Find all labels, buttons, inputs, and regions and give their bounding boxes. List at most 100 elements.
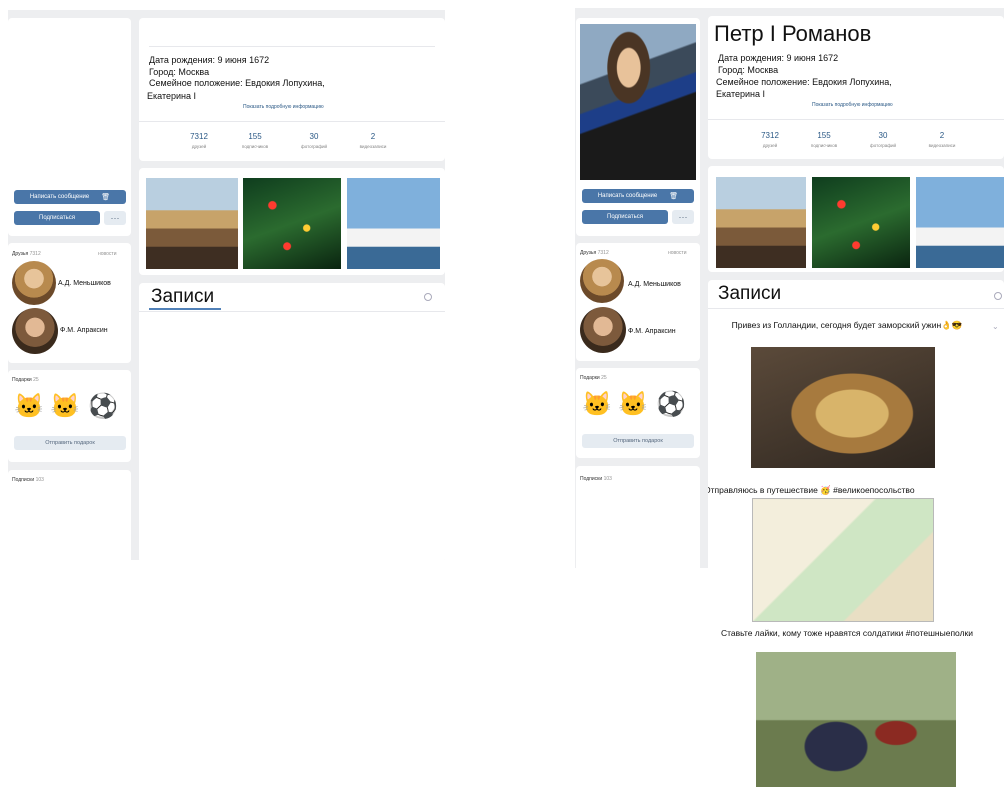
wall-title[interactable]: Записи (151, 286, 214, 308)
gift-cat-icon[interactable]: 🐱 (50, 392, 80, 422)
post-photo-route-map[interactable] (752, 498, 934, 622)
gift-ball-icon[interactable]: ⚽ (656, 390, 686, 420)
avatar-card: Написать сообщение 🗑 Подписаться ··· (8, 18, 131, 236)
subscriptions-card: Подписки 103 (576, 466, 700, 578)
photos-count-label: фотографий (301, 144, 327, 149)
photo-sailing-ship[interactable] (347, 178, 440, 269)
friend-avatar-menshikov[interactable] (580, 259, 624, 303)
divider (708, 119, 1004, 120)
videos-count-label: видеозаписи (928, 143, 956, 148)
friend-name[interactable]: Ф.М. Апраксин (60, 327, 108, 334)
subscriptions-count: 103 (603, 476, 612, 482)
divider (139, 311, 445, 312)
subscriptions-title[interactable]: Подписки 103 (12, 477, 44, 483)
friends-title-text: Друзья (580, 250, 597, 256)
videos-count-value[interactable]: 2 (353, 132, 393, 141)
send-gift-button[interactable]: Отправить подарок (14, 436, 126, 450)
show-more-link[interactable]: Показать подробную информацию (812, 102, 893, 108)
wall-title[interactable]: Записи (718, 283, 781, 305)
photo-sailing-ship[interactable] (916, 177, 1004, 268)
gifts-title[interactable]: Подарки 25 (12, 377, 39, 383)
search-icon[interactable] (424, 293, 432, 301)
gift-cat-icon[interactable]: 🐱 (14, 392, 44, 422)
wall-card: Записи (139, 283, 445, 563)
gifts-card: Подарки 25 🐱 🐱 ⚽ Отправить подарок (576, 368, 700, 458)
photo-embassy[interactable] (716, 177, 806, 268)
videos-count-value[interactable]: 2 (922, 131, 962, 140)
gifts-count: 25 (33, 377, 39, 383)
photos-card (139, 168, 445, 275)
more-label: ··· (678, 212, 688, 222)
friend-avatar-apraksin[interactable] (12, 308, 58, 354)
profile-name: Петр I Романов (714, 21, 872, 46)
subscribe-button[interactable]: Подписаться (582, 210, 668, 224)
more-actions-button[interactable]: ··· (104, 211, 126, 225)
show-more-link[interactable]: Показать подробную информацию (243, 104, 324, 110)
post-photo-potatoes[interactable] (751, 347, 935, 468)
subscribe-label: Подписаться (607, 214, 643, 220)
friends-count-label: друзей (191, 144, 207, 149)
more-label: ··· (110, 213, 120, 223)
photos-count-value[interactable]: 30 (863, 131, 903, 140)
friend-avatar-menshikov[interactable] (12, 261, 56, 305)
avatar-card: Написать сообщение 🗑 Подписаться ··· (576, 18, 700, 236)
photos-count-label: фотографий (870, 143, 896, 148)
send-message-button[interactable]: Написать сообщение 🗑 (582, 189, 694, 203)
videos-count-label: видеозаписи (359, 144, 387, 149)
friends-count-label: друзей (762, 143, 778, 148)
avatar-portrait-icon[interactable] (580, 24, 696, 180)
divider (149, 46, 435, 47)
friend-avatar-apraksin[interactable] (580, 307, 626, 353)
followers-count-value[interactable]: 155 (235, 132, 275, 141)
friends-card: Друзья 7312 новости А.Д. Меньшиков Ф.М. … (8, 243, 131, 363)
friends-updates-link[interactable]: новости (668, 250, 687, 256)
send-message-label: Написать сообщение (29, 194, 90, 200)
divider (708, 308, 1004, 309)
friend-name[interactable]: А.Д. Меньшиков (58, 280, 111, 287)
gifts-title-text: Подарки (12, 377, 32, 383)
photos-card (708, 166, 1004, 272)
post-text: Отправляюсь в путешествие 🥳 #великоепосо… (708, 485, 915, 495)
friends-count-value[interactable]: 7312 (179, 132, 219, 141)
chevron-down-icon[interactable]: ⌄ (992, 322, 999, 331)
followers-count-value[interactable]: 155 (804, 131, 844, 140)
more-actions-button[interactable]: ··· (672, 210, 694, 224)
subscribe-label: Подписаться (39, 215, 75, 221)
profile-panel-left: Написать сообщение 🗑 Подписаться ··· Дру… (0, 0, 450, 787)
send-gift-button[interactable]: Отправить подарок (582, 434, 694, 448)
search-icon[interactable] (994, 292, 1002, 300)
friend-name[interactable]: А.Д. Меньшиков (628, 281, 681, 288)
send-gift-label: Отправить подарок (613, 438, 663, 444)
friends-title[interactable]: Друзья 7312 (580, 250, 609, 256)
photo-christmas-tree[interactable] (812, 177, 910, 268)
friends-count-value[interactable]: 7312 (750, 131, 790, 140)
city: Город: Москва (718, 65, 779, 75)
relationship-cont: Екатерина I (147, 91, 196, 101)
gifts-count: 25 (601, 375, 607, 381)
post-photo-toy-soldiers[interactable] (756, 652, 956, 787)
send-message-button[interactable]: Написать сообщение 🗑 (14, 190, 126, 204)
subscriptions-card: Подписки 103 (8, 470, 131, 580)
friends-card: Друзья 7312 новости А.Д. Меньшиков Ф.М. … (576, 243, 700, 361)
friend-name[interactable]: Ф.М. Апраксин (628, 328, 676, 335)
gift-cat-icon[interactable]: 🐱 (618, 390, 648, 420)
relationship-cont: Екатерина I (716, 89, 765, 99)
gift-cat-icon[interactable]: 🐱 (582, 390, 612, 420)
post-text: Привез из Голландии, сегодня будет замор… (731, 320, 963, 330)
subscriptions-title[interactable]: Подписки 103 (580, 476, 612, 482)
photo-embassy[interactable] (146, 178, 238, 269)
divider (139, 121, 445, 122)
subscriptions-title-text: Подписки (580, 476, 603, 482)
subscriptions-count: 103 (35, 477, 44, 483)
birth-date: Дата рождения: 9 июня 1672 (149, 55, 270, 65)
photos-count-value[interactable]: 30 (294, 132, 334, 141)
photo-christmas-tree[interactable] (243, 178, 341, 269)
friends-updates-link[interactable]: новости (98, 251, 117, 257)
birth-date: Дата рождения: 9 июня 1672 (718, 53, 839, 63)
wall-title-underline (149, 308, 221, 310)
gifts-title[interactable]: Подарки 25 (580, 375, 607, 381)
gift-ball-icon[interactable]: ⚽ (88, 392, 118, 422)
friends-count: 7312 (29, 251, 41, 257)
friends-title[interactable]: Друзья 7312 (12, 251, 41, 257)
subscribe-button[interactable]: Подписаться (14, 211, 100, 225)
